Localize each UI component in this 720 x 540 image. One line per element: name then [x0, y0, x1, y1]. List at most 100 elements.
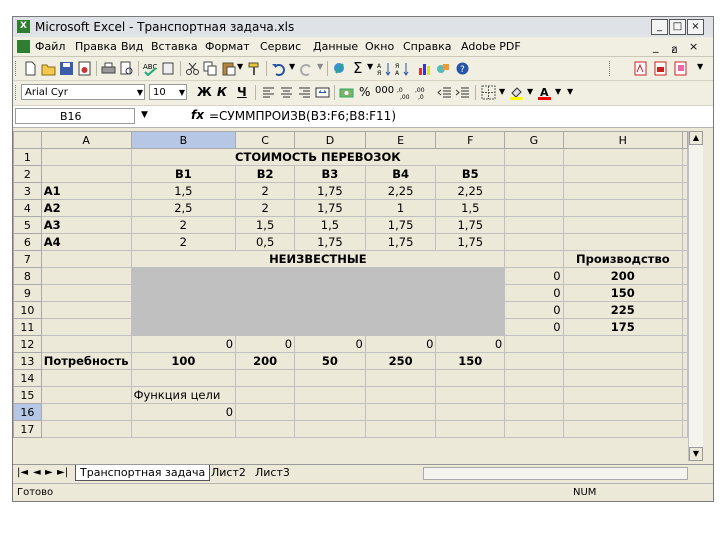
- cell[interactable]: [435, 318, 506, 336]
- doc-close-button[interactable]: ×: [689, 40, 698, 53]
- cell[interactable]: [235, 318, 296, 336]
- column-header[interactable]: C: [235, 131, 296, 149]
- active-cell[interactable]: 0: [130, 403, 237, 421]
- help-icon[interactable]: ?: [455, 61, 470, 76]
- row-header[interactable]: 12: [13, 335, 42, 353]
- cell[interactable]: [682, 233, 688, 251]
- cell[interactable]: [235, 386, 296, 404]
- cell[interactable]: 0: [235, 335, 296, 353]
- cell[interactable]: [504, 216, 564, 234]
- insert-function-icon[interactable]: fx: [191, 108, 204, 122]
- align-right-icon[interactable]: [297, 85, 312, 100]
- cell[interactable]: B5: [435, 165, 506, 183]
- sort-ascending-icon[interactable]: AЯ: [377, 61, 392, 76]
- cell[interactable]: [40, 386, 132, 404]
- cell[interactable]: 2,5: [130, 199, 237, 217]
- cell[interactable]: [504, 386, 564, 404]
- spelling-icon[interactable]: ABC: [143, 61, 158, 76]
- cell[interactable]: [435, 369, 506, 387]
- cell[interactable]: B2: [235, 165, 296, 183]
- cell[interactable]: [40, 318, 132, 336]
- cell[interactable]: [130, 301, 237, 319]
- decrease-decimal-icon[interactable]: ,00,0: [415, 85, 430, 100]
- cell[interactable]: 1,5: [294, 216, 366, 234]
- menu-data[interactable]: Данные: [313, 40, 358, 53]
- cell[interactable]: A2: [40, 199, 132, 217]
- cell[interactable]: [682, 335, 688, 353]
- toolbar-grip[interactable]: [15, 61, 19, 76]
- cell[interactable]: [40, 267, 132, 285]
- cell[interactable]: 1,75: [294, 233, 366, 251]
- cell[interactable]: 0: [435, 335, 506, 353]
- cell[interactable]: [682, 165, 688, 183]
- workbook-icon[interactable]: [17, 40, 30, 53]
- comma-style-button[interactable]: 000: [375, 85, 394, 96]
- cell[interactable]: [235, 301, 296, 319]
- cell[interactable]: 1,5: [235, 216, 296, 234]
- font-color-icon[interactable]: A: [537, 85, 552, 100]
- cell[interactable]: 0: [130, 335, 237, 353]
- menu-file[interactable]: Файл: [35, 40, 65, 53]
- cell[interactable]: 200: [235, 352, 296, 370]
- spreadsheet-grid[interactable]: A B C D E F G H 1 СТОИМОСТЬ ПЕРЕВОЗОК 2 B1 B2 B3 B4 B5 3…: [13, 131, 688, 461]
- row-header[interactable]: 14: [13, 369, 42, 387]
- cell[interactable]: 2,25: [364, 182, 437, 200]
- cell[interactable]: 1,75: [294, 182, 366, 200]
- cell[interactable]: 150: [562, 284, 684, 302]
- cell[interactable]: [562, 148, 684, 166]
- copy-icon[interactable]: [203, 61, 218, 76]
- vertical-scrollbar[interactable]: ▲ ▼: [688, 131, 703, 461]
- menu-edit[interactable]: Правка: [75, 40, 117, 53]
- cell[interactable]: 1: [364, 199, 437, 217]
- row-header[interactable]: 2: [13, 165, 42, 183]
- autosum-dropdown-icon[interactable]: ▼: [367, 62, 373, 71]
- cell[interactable]: B4: [364, 165, 437, 183]
- cell[interactable]: A1: [40, 182, 132, 200]
- cell[interactable]: B1: [130, 165, 237, 183]
- cell[interactable]: [504, 352, 564, 370]
- undo-dropdown-icon[interactable]: ▼: [289, 62, 295, 71]
- cell[interactable]: [682, 182, 688, 200]
- cell[interactable]: [294, 267, 366, 285]
- unknowns-title[interactable]: НЕИЗВЕСТНЫЕ: [130, 250, 506, 268]
- cell[interactable]: [235, 420, 296, 438]
- row-header[interactable]: 3: [13, 182, 42, 200]
- cell[interactable]: [682, 199, 688, 217]
- cell[interactable]: 0: [504, 267, 564, 285]
- cell[interactable]: [435, 420, 506, 438]
- cell[interactable]: [682, 318, 688, 336]
- cell[interactable]: [682, 216, 688, 234]
- toolbar-options-icon[interactable]: ▼: [697, 62, 703, 71]
- row-header[interactable]: 6: [13, 233, 42, 251]
- cell[interactable]: Производство: [562, 250, 684, 268]
- cell[interactable]: Потребность: [40, 352, 132, 370]
- cell[interactable]: Функция цели: [130, 386, 237, 404]
- cell[interactable]: [562, 403, 684, 421]
- cut-icon[interactable]: [185, 61, 200, 76]
- cell[interactable]: [682, 369, 688, 387]
- align-center-icon[interactable]: [279, 85, 294, 100]
- redo-dropdown-icon[interactable]: ▼: [317, 62, 323, 71]
- font-size-combo[interactable]: 10 ▼: [149, 84, 187, 100]
- save-icon[interactable]: [59, 61, 74, 76]
- cell[interactable]: B3: [294, 165, 366, 183]
- cell[interactable]: [294, 420, 366, 438]
- drawing-icon[interactable]: [435, 61, 450, 76]
- cell[interactable]: [40, 284, 132, 302]
- cell[interactable]: [40, 165, 132, 183]
- menu-help[interactable]: Справка: [403, 40, 451, 53]
- currency-icon[interactable]: [339, 85, 354, 100]
- chart-wizard-icon[interactable]: [417, 61, 432, 76]
- cell[interactable]: 1,75: [364, 216, 437, 234]
- pdf-review-icon[interactable]: [673, 61, 688, 76]
- next-sheet-icon[interactable]: ►: [45, 467, 53, 478]
- cell[interactable]: [562, 233, 684, 251]
- cell[interactable]: [682, 148, 688, 166]
- cell[interactable]: 50: [294, 352, 366, 370]
- doc-restore-button[interactable]: ฮ: [671, 40, 678, 58]
- cell[interactable]: [364, 284, 437, 302]
- cell[interactable]: [504, 148, 564, 166]
- column-header[interactable]: B: [130, 131, 237, 149]
- cell[interactable]: [682, 403, 688, 421]
- select-all-corner[interactable]: [13, 131, 42, 149]
